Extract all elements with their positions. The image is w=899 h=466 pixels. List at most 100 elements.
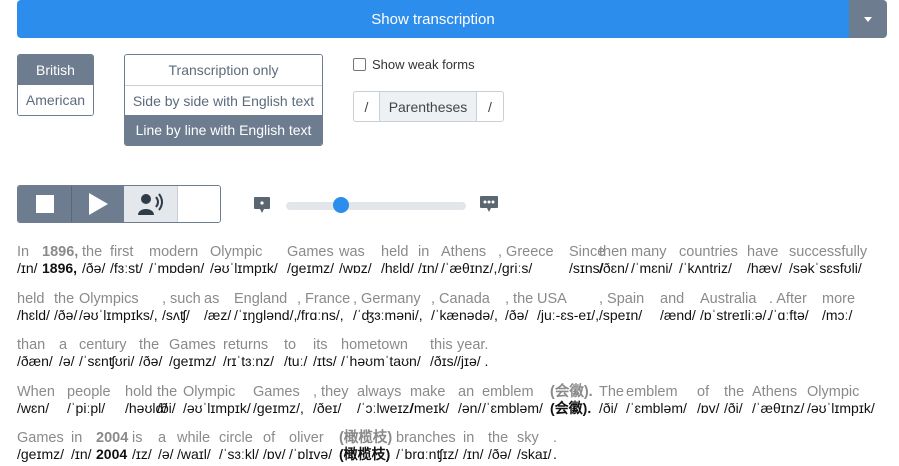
word-token: Olympics/əʊˈlɪmpɪks/, xyxy=(79,290,158,323)
word-token: 2004 2004 xyxy=(96,430,129,462)
word-token: emblem/ˈɛmbləm/ xyxy=(626,383,687,416)
word-token: an/ən/ xyxy=(458,383,482,416)
word-token: sky/skaɪ/ xyxy=(517,430,552,462)
word-token: , Canada/ˈkænədə/, xyxy=(431,290,498,323)
transcript-line: In/ɪn/ 1896, 1896, the/ðə/ first/fɜːst/ m… xyxy=(17,243,887,290)
word-token: of/ɒv/ xyxy=(263,430,286,462)
word-token: Games/ɡeɪmz/ xyxy=(169,337,216,369)
word-token: Games/ɡeɪmz/ xyxy=(287,244,334,276)
play-icon xyxy=(89,193,108,215)
word-token: successfully/səkˈsɛsfʊli/ xyxy=(789,244,868,276)
word-token: while/waɪl/ xyxy=(177,430,211,462)
word-token: more/mɔː/ xyxy=(822,290,856,323)
word-token: have/hæv/ xyxy=(747,244,783,276)
word-token: in/ɪn/ xyxy=(71,430,92,462)
voice-button[interactable] xyxy=(124,186,177,222)
word-token: oliver/ˈɒlɪvə/ xyxy=(289,430,333,462)
word-token: than/ðæn/ xyxy=(17,337,53,369)
word-token: year./jɪə/ . xyxy=(457,337,489,369)
word-token: held/hɛld/ xyxy=(381,244,414,276)
word-token: , they/ðeɪ/ xyxy=(313,383,349,416)
word-token: Games/ɡeɪmz/ xyxy=(17,430,64,462)
word-token: Olympic/əʊˈlɪmpɪk/ xyxy=(210,244,278,276)
weak-forms-toggle: Show weak forms xyxy=(353,57,475,72)
word-token: is/ɪz/ xyxy=(132,430,152,462)
word-token: Athens/ˈæθɪnz/, xyxy=(441,244,498,276)
player-extra-button[interactable] xyxy=(177,186,220,222)
word-token: a/ə/ xyxy=(158,430,174,462)
word-token: the/ðə/ xyxy=(139,337,163,369)
accent-british-option[interactable]: British xyxy=(18,55,93,85)
display-mode-selector: Transcription only Side by side with Eng… xyxy=(124,54,323,146)
word-token: its/ɪts/ xyxy=(313,337,337,369)
word-token: of/ɒv/ xyxy=(697,383,720,416)
show-transcription-group: Show transcription xyxy=(17,0,887,38)
word-token: people/ˈpiːpl/ xyxy=(67,383,111,416)
word-token: Athens/ˈæθɪnz/ xyxy=(752,383,805,416)
word-token: hometown/ˈhəʊmˈtaʊn/ xyxy=(341,337,421,369)
accent-selector: British American xyxy=(17,54,94,116)
word-token: . After/ˈɑːftə/ xyxy=(769,290,809,323)
word-token: this/ðɪs/ xyxy=(430,337,458,369)
word-token: branches/ˈbrɑːnʧɪz/ xyxy=(396,430,459,462)
word-token: make/meɪk/ xyxy=(410,383,450,416)
word-token: then/ðɛn/ xyxy=(599,244,629,276)
word-token: and/ænd/ xyxy=(660,290,696,323)
word-token: (会徽). (会徽). xyxy=(550,383,593,416)
mode-transcription-only[interactable]: Transcription only xyxy=(125,55,322,85)
word-token: countries/ˈkʌntriz/ xyxy=(679,244,738,276)
word-token: USA/juː-ɛs-eɪ/, xyxy=(537,290,599,323)
word-token: century/ˈsɛnʧʊri/ xyxy=(79,337,135,369)
word-token: .. xyxy=(553,430,558,462)
delimiter-parentheses[interactable]: Parentheses xyxy=(380,92,477,121)
word-token: in/ɪn/ xyxy=(463,430,484,462)
word-token: (橄榄枝) (橄榄枝) xyxy=(339,430,393,462)
word-token: modern/ˈmɒdən/ xyxy=(149,244,205,276)
word-token: as/æz/ xyxy=(204,290,232,323)
word-token: emblem/ˈɛmbləm/ xyxy=(482,383,543,416)
mode-line-by-line[interactable]: Line by line with English text xyxy=(125,115,322,145)
word-token: the/ðə/ xyxy=(82,244,106,276)
play-button[interactable] xyxy=(71,186,124,222)
delimiter-slash-left[interactable]: / xyxy=(354,92,380,121)
word-token: 1896, 1896, xyxy=(42,244,79,276)
word-token: the/ði/ xyxy=(724,383,745,416)
transcript-line: When/wɛn/ people/ˈpiːpl/ hold/həʊld/ the… xyxy=(17,383,887,430)
word-token: in/ɪn/ xyxy=(418,244,439,276)
word-token: was/wɒz/ xyxy=(339,244,372,276)
delimiter-selector: / Parentheses / xyxy=(353,91,504,122)
weak-forms-checkbox[interactable] xyxy=(353,58,366,71)
transcript: In/ɪn/ 1896, 1896, the/ðə/ first/fɜːst/ m… xyxy=(17,243,887,466)
word-token: Olympic/əʊˈlɪmpɪk/ xyxy=(183,383,251,416)
word-token: first/fɜːst/ xyxy=(110,244,143,276)
word-token: , France/frɑːns/, xyxy=(297,290,351,323)
weak-forms-label: Show weak forms xyxy=(372,57,475,72)
word-token: the/ðə/ xyxy=(54,290,78,323)
word-token: many/ˈmɛni/ xyxy=(631,244,673,276)
word-token: Games/ɡeɪmz/, xyxy=(253,383,304,416)
speech-bubble-fast-icon xyxy=(480,196,498,212)
word-token: In/ɪn/ xyxy=(17,244,38,276)
word-token: , Greece/ɡriːs/ xyxy=(498,244,554,276)
word-token: England/ˈɪŋɡlənd/, xyxy=(234,290,298,323)
word-token: to/tuː/ xyxy=(284,337,308,369)
speed-slider-thumb[interactable] xyxy=(333,197,349,213)
caret-down-icon xyxy=(864,16,872,22)
show-transcription-button[interactable]: Show transcription xyxy=(17,0,849,38)
speed-slider-track[interactable] xyxy=(286,202,466,210)
transcript-line: held/hɛld/ the/ðə/ Olympics/əʊˈlɪmpɪks/,… xyxy=(17,290,887,337)
word-token: the/ði/ xyxy=(157,383,178,416)
delimiter-slash-right[interactable]: / xyxy=(477,92,503,121)
stop-icon xyxy=(35,195,54,213)
word-token: circle/ˈsɜːkl/ xyxy=(219,430,259,462)
mode-side-by-side[interactable]: Side by side with English text xyxy=(125,85,322,115)
word-token: the/ðə/ xyxy=(488,430,512,462)
stop-button[interactable] xyxy=(18,186,71,222)
word-token: , Germany/ˈʤɜːməni/, xyxy=(353,290,423,323)
word-token: , Spain/speɪn/ xyxy=(599,290,645,323)
accent-american-option[interactable]: American xyxy=(18,85,93,115)
dropdown-toggle-button[interactable] xyxy=(849,0,887,38)
word-token: , the/ðə/ xyxy=(505,290,534,323)
speaker-voice-icon xyxy=(137,193,163,215)
transcript-line: Games/ɡeɪmz/ in/ɪn/ 2004 2004 is/ɪz/ a/ə/… xyxy=(17,429,887,466)
